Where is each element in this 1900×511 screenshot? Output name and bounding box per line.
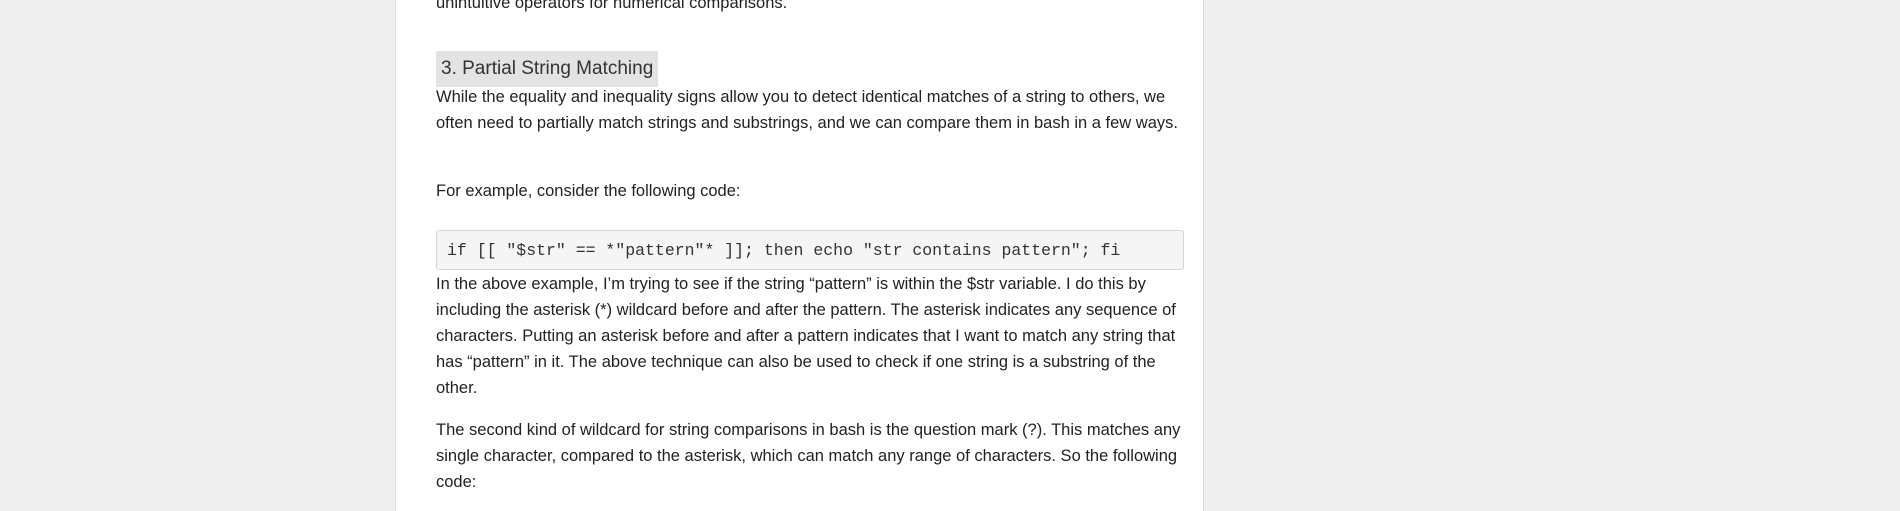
code-block[interactable]: if [[ "$str" == *"pattern"* ]]; then ech… bbox=[436, 230, 1184, 270]
page: unintuitive operators for numerical comp… bbox=[0, 0, 1900, 511]
partial-matching-paragraph: While the equality and inequality signs … bbox=[436, 88, 1178, 132]
example-intro-paragraph: For example, consider the following code… bbox=[436, 182, 741, 200]
code-snippet[interactable]: if [[ "$str" == *"pattern"* ]]; then ech… bbox=[447, 231, 1120, 270]
explanation-paragraph: In the above example, I’m trying to see … bbox=[436, 275, 1176, 397]
question-mark-paragraph: The second kind of wildcard for string c… bbox=[436, 421, 1181, 491]
section-heading: 3. Partial String Matching bbox=[436, 51, 659, 87]
article-column: unintuitive operators for numerical comp… bbox=[395, 0, 1204, 511]
intro-tail-paragraph: unintuitive operators for numerical comp… bbox=[436, 0, 788, 12]
